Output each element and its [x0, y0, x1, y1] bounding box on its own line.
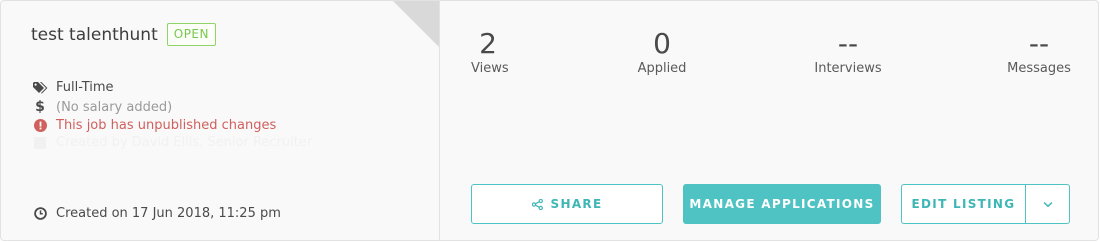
stat-value: -- — [1028, 27, 1050, 60]
faint-info-row: Created by David Ellis, Senior Recruiter — [32, 135, 312, 150]
stat-value: 0 — [653, 27, 671, 60]
created-row: Created on 17 Jun 2018, 11:25 pm — [32, 206, 281, 221]
stat-value: 2 — [479, 27, 497, 60]
salary-text: (No salary added) — [56, 99, 173, 115]
share-icon — [531, 198, 543, 210]
stat-views: 2 Views — [471, 27, 509, 76]
edit-listing-dropdown-toggle[interactable] — [1025, 184, 1070, 224]
stat-label: Interviews — [814, 61, 882, 76]
stat-applied: 0 Applied — [636, 27, 688, 76]
employment-type-row: Full-Time — [32, 80, 114, 95]
salary-row: $ (No salary added) — [32, 99, 172, 115]
faint-info-text: Created by David Ellis, Senior Recruiter — [56, 135, 313, 150]
stat-label: Messages — [1007, 61, 1071, 76]
manage-applications-label: MANAGE APPLICATIONS — [689, 197, 875, 211]
exclamation-circle-icon — [32, 119, 48, 132]
stat-interviews: -- Interviews — [813, 27, 883, 76]
unpublished-warning: This job has unpublished changes — [56, 118, 277, 133]
job-title[interactable]: test talenthunt — [31, 25, 158, 45]
job-summary-panel: test talenthunt OPEN Full-Time $ (No sal… — [1, 1, 440, 240]
share-label: SHARE — [550, 197, 603, 211]
corner-fold-decoration — [393, 1, 439, 47]
dollar-icon: $ — [35, 99, 45, 115]
stat-value: -- — [837, 27, 859, 60]
job-card: test talenthunt OPEN Full-Time $ (No sal… — [0, 0, 1099, 241]
status-badge: OPEN — [166, 23, 216, 46]
edit-listing-label: EDIT LISTING — [911, 197, 1016, 211]
tags-icon — [32, 81, 48, 94]
warning-row: This job has unpublished changes — [32, 118, 276, 133]
user-icon — [32, 136, 48, 149]
employment-type: Full-Time — [56, 80, 114, 95]
manage-applications-button[interactable]: MANAGE APPLICATIONS — [683, 184, 881, 224]
created-date: Created on 17 Jun 2018, 11:25 pm — [56, 206, 281, 221]
stat-label: Applied — [637, 61, 687, 76]
stat-messages: -- Messages — [1007, 27, 1071, 76]
clock-icon — [32, 207, 48, 220]
job-stats-panel: 2 Views 0 Applied -- Interviews -- Messa… — [441, 1, 1098, 240]
chevron-down-icon — [1042, 201, 1053, 208]
stat-label: Views — [471, 61, 509, 76]
share-button[interactable]: SHARE — [471, 184, 663, 224]
edit-listing-split-button: EDIT LISTING — [901, 184, 1070, 224]
edit-listing-button[interactable]: EDIT LISTING — [901, 184, 1025, 224]
title-row: test talenthunt OPEN — [31, 23, 216, 46]
